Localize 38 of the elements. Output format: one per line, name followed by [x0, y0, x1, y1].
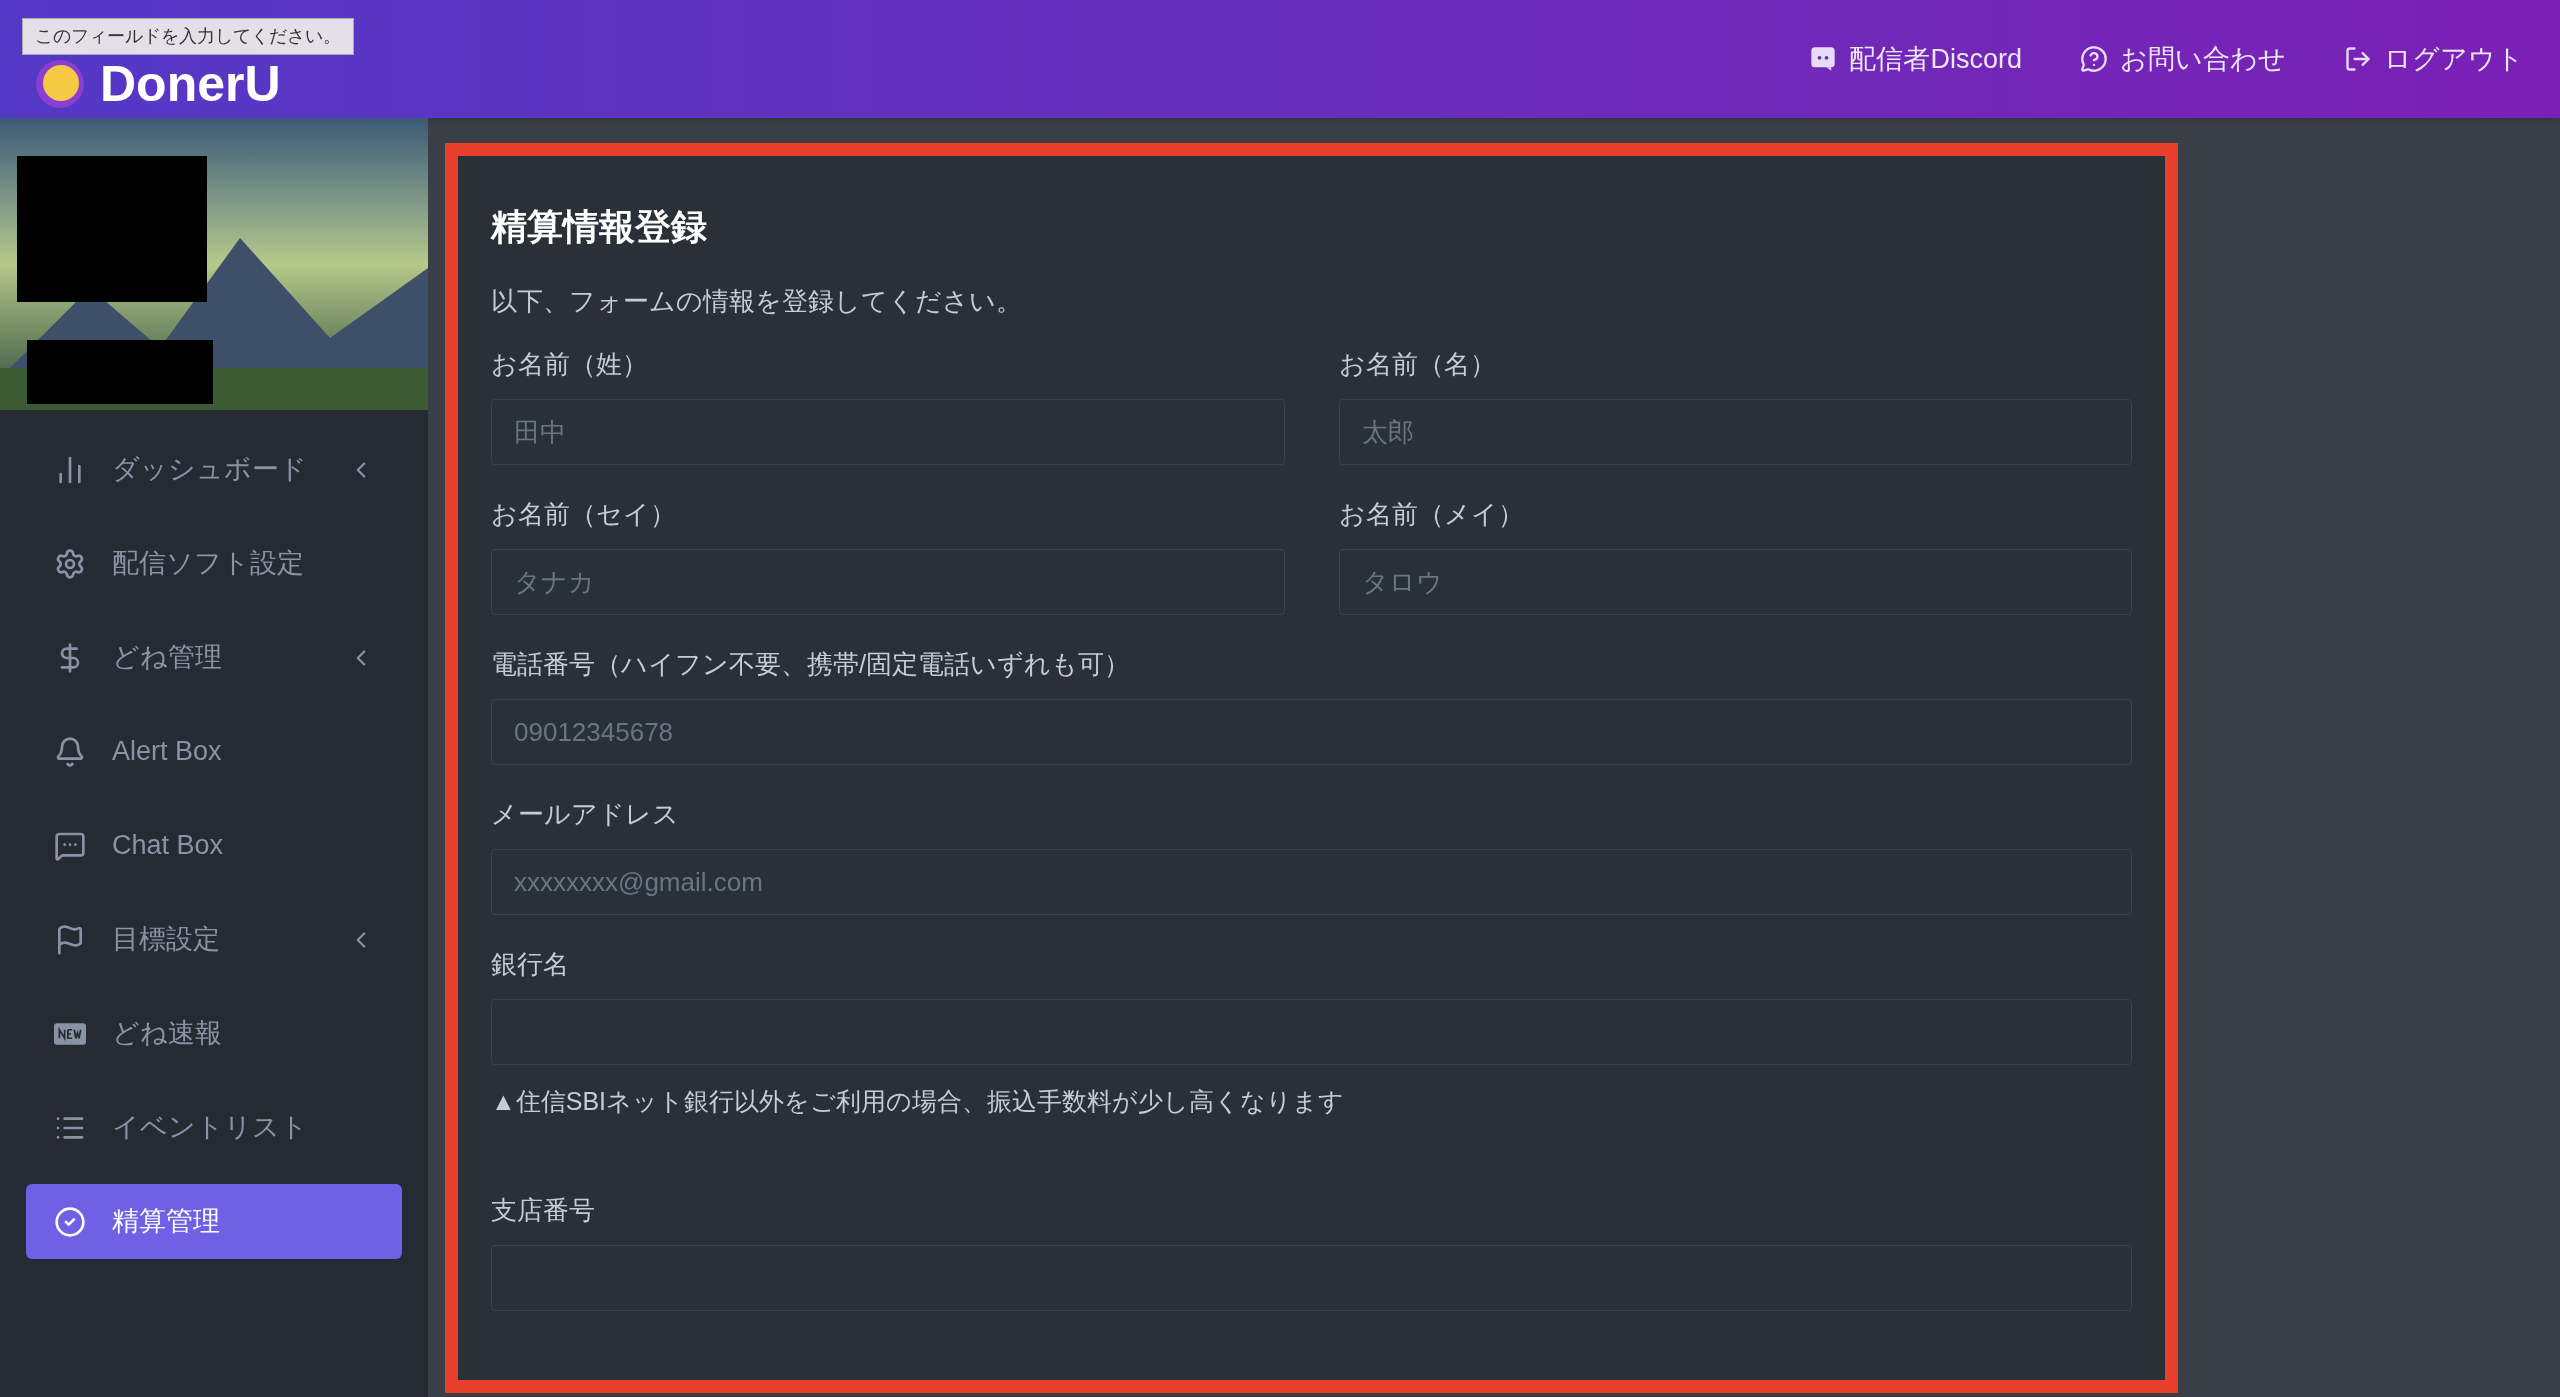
- sidebar-item[interactable]: イベントリスト: [26, 1090, 402, 1165]
- tooltip: このフィールドを入力してください。: [22, 18, 354, 55]
- logo-text: DonerU: [100, 59, 281, 109]
- field-label: 支店番号: [491, 1193, 596, 1227]
- field-label: お名前（セイ）: [491, 498, 677, 531]
- header-link[interactable]: お問い合わせ: [2080, 38, 2286, 80]
- input-field[interactable]: 太郎: [1338, 399, 2132, 465]
- header-link[interactable]: ログアウト: [2344, 38, 2524, 80]
- field-label: 銀行名: [491, 948, 570, 981]
- sidebar-item[interactable]: 精算管理: [26, 1184, 402, 1259]
- input-field[interactable]: タロウ: [1338, 549, 2132, 615]
- sidebar-item[interactable]: Alert Box: [26, 714, 402, 789]
- gear-icon: [54, 547, 86, 580]
- sidebar-item[interactable]: どね管理: [26, 620, 402, 695]
- check-circle-icon: [54, 1205, 86, 1238]
- logo-icon: [36, 60, 84, 108]
- field-label: お名前（名）: [1338, 348, 1497, 381]
- field-label: お名前（メイ）: [1338, 498, 1525, 531]
- input-field[interactable]: 田中: [491, 399, 1285, 465]
- field-label: お名前（姓）: [491, 348, 649, 381]
- new-badge-icon: [54, 1022, 86, 1045]
- question-bubble-icon: [2080, 45, 2108, 73]
- field-label: 電話番号（ハイフン不要、携帯/固定電話いずれも可）: [491, 648, 1132, 681]
- warning-note: ▲住信SBIネット銀行以外をご利用の場合、振込手数料が少し高くなります: [491, 1086, 1346, 1117]
- logout-icon: [2344, 45, 2372, 73]
- sidebar-item[interactable]: ダッシュボード: [26, 432, 402, 507]
- input-field[interactable]: 09012345678: [491, 699, 2132, 765]
- bell-icon: [54, 735, 86, 768]
- sidebar-item[interactable]: 配信ソフト設定: [26, 526, 402, 601]
- form-title: 精算情報登録: [491, 205, 708, 249]
- form-description: 以下、フォームの情報を登録してください。: [491, 285, 1023, 318]
- header-link[interactable]: 配信者Discord: [1809, 38, 2022, 80]
- field-label: メールアドレス: [491, 798, 680, 831]
- sidebar-item[interactable]: どね速報: [26, 996, 402, 1071]
- sidebar-item[interactable]: Chat Box: [26, 808, 402, 883]
- input-field[interactable]: xxxxxxxx@gmail.com: [491, 849, 2132, 915]
- input-field[interactable]: タナカ: [491, 549, 1285, 615]
- sidebar-item[interactable]: 目標設定: [26, 902, 402, 977]
